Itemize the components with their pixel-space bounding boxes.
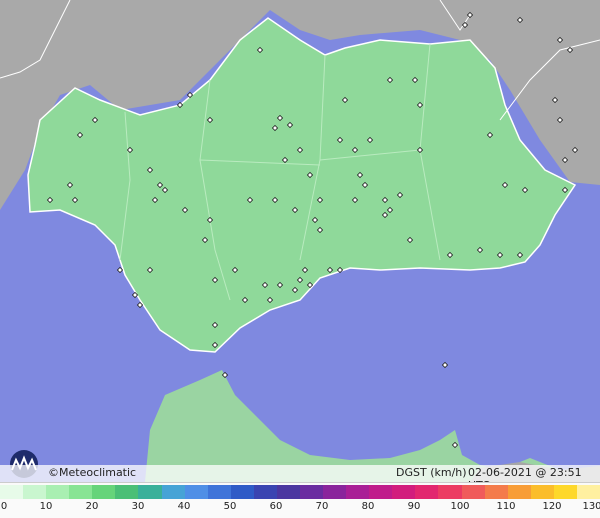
scale-swatch: [300, 485, 324, 499]
scale-tick-label: 100: [450, 501, 470, 512]
scale-swatch: [507, 485, 531, 499]
scale-swatch: [138, 485, 162, 499]
scale-swatch: [46, 485, 70, 499]
scale-tick-label: 120: [542, 501, 562, 512]
scale-swatch: [92, 485, 116, 499]
scale-swatch: [553, 485, 577, 499]
scale-tick-label: 40: [177, 501, 191, 512]
scale-swatch: [576, 485, 600, 499]
scale-swatch: [369, 485, 393, 499]
scale-tick-label: 0: [0, 501, 8, 512]
scale-swatch: [23, 485, 47, 499]
scale-tick-label: 10: [39, 501, 53, 512]
color-scale-legend: 0 10 20 30 40 50 60 70 80 90 100 110 120 130: [0, 482, 600, 518]
scale-tick-label: 20: [85, 501, 99, 512]
scale-tick-label: 50: [223, 501, 237, 512]
scale-tick-label: 30: [131, 501, 145, 512]
variable-label: DGST (km/h): [396, 466, 467, 479]
wind-gust-map: [0, 0, 600, 482]
scale-swatch: [207, 485, 231, 499]
scale-tick-label: 90: [407, 501, 421, 512]
color-scale-strip: [0, 485, 600, 499]
scale-swatch: [323, 485, 347, 499]
scale-swatch: [161, 485, 185, 499]
scale-swatch: [69, 485, 93, 499]
scale-swatch: [530, 485, 554, 499]
credit-text: ©Meteoclimatic: [48, 466, 137, 479]
scale-swatch: [184, 485, 208, 499]
scale-swatch: [115, 485, 139, 499]
scale-swatch: [276, 485, 301, 499]
scale-tick-label: 110: [496, 501, 516, 512]
scale-swatch: [484, 485, 508, 499]
scale-swatch: [0, 485, 24, 499]
scale-tick-label: 70: [315, 501, 329, 512]
scale-ticks: 0 10 20 30 40 50 60 70 80 90 100 110 120 130: [0, 501, 600, 515]
scale-swatch: [230, 485, 254, 499]
scale-swatch: [415, 485, 439, 499]
scale-tick-label: 80: [361, 501, 375, 512]
scale-swatch: [392, 485, 416, 499]
scale-tick-label: 60: [269, 501, 283, 512]
scale-swatch: [253, 485, 277, 499]
scale-tick-label: 130: [582, 501, 600, 512]
scale-swatch: [461, 485, 485, 499]
map-footer: ©Meteoclimatic DGST (km/h) 02-06-2021 @ …: [0, 465, 600, 492]
scale-swatch: [346, 485, 370, 499]
scale-swatch: [438, 485, 462, 499]
